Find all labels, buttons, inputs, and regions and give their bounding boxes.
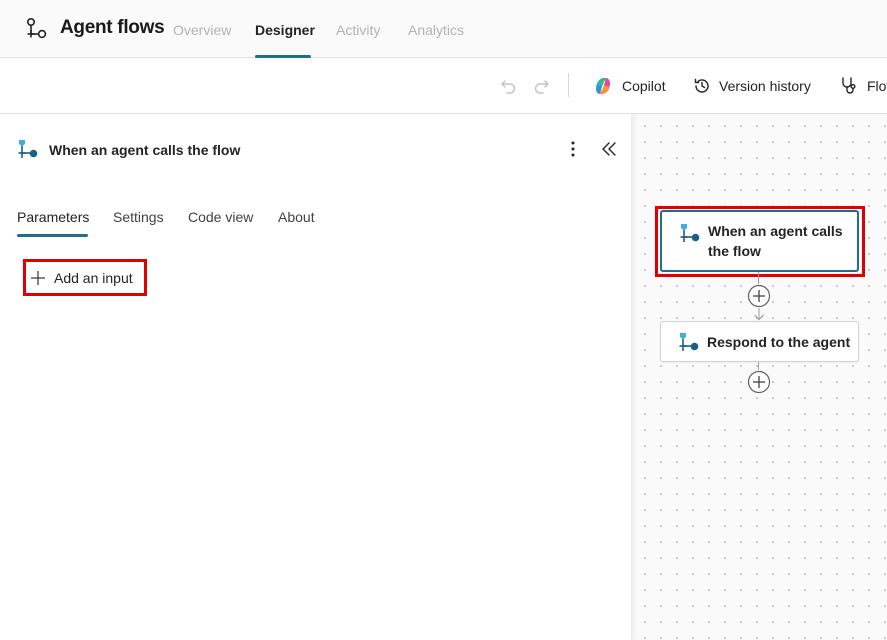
active-panel-tab-indicator [17, 234, 88, 237]
tab-designer[interactable]: Designer [255, 22, 315, 38]
tab-about[interactable]: About [278, 209, 315, 225]
respond-node[interactable]: Respond to the agent [660, 321, 859, 362]
toolbar-separator [568, 73, 569, 97]
version-history-label: Version history [719, 78, 811, 94]
connector-line [758, 272, 759, 284]
panel-title: When an agent calls the flow [49, 142, 241, 158]
agent-flows-icon [26, 17, 47, 39]
undo-icon[interactable] [499, 76, 519, 96]
agent-respond-icon [679, 333, 699, 351]
trigger-node[interactable]: When an agent calls the flow [660, 210, 859, 272]
copilot-button[interactable]: Copilot [592, 74, 666, 98]
app-header: Agent flows Overview Designer Activity A… [0, 0, 887, 58]
flow-checker-label: Flow [867, 78, 887, 94]
tab-parameters[interactable]: Parameters [17, 209, 89, 225]
tab-settings[interactable]: Settings [113, 209, 164, 225]
add-input-button[interactable]: Add an input [23, 259, 147, 296]
trigger-node-label: When an agent calls the flow [708, 223, 843, 259]
tab-overview[interactable]: Overview [173, 22, 231, 38]
more-options-icon[interactable] [566, 140, 580, 158]
designer-toolbar: Copilot Version history Flow [0, 58, 887, 114]
app-title: Agent flows [60, 17, 165, 38]
agent-trigger-icon [680, 224, 700, 242]
trigger-details-panel: When an agent calls the flow Parameters … [0, 114, 631, 640]
connector-line [758, 362, 759, 370]
stethoscope-icon [842, 77, 856, 94]
tab-analytics[interactable]: Analytics [408, 22, 464, 38]
insert-step-icon[interactable] [747, 284, 771, 308]
add-input-label: Add an input [54, 269, 133, 286]
agent-trigger-icon [18, 140, 38, 158]
history-icon [694, 78, 709, 93]
add-step-icon[interactable] [747, 370, 771, 394]
flow-checker-button[interactable]: Flow [839, 74, 887, 98]
respond-node-label: Respond to the agent [707, 333, 851, 350]
copilot-icon [596, 78, 610, 94]
tab-activity[interactable]: Activity [336, 22, 380, 38]
version-history-button[interactable]: Version history [693, 74, 811, 98]
copilot-label: Copilot [622, 78, 666, 94]
plus-icon [31, 270, 45, 285]
collapse-panel-icon[interactable] [600, 141, 618, 157]
redo-icon[interactable] [531, 76, 551, 96]
tab-code-view[interactable]: Code view [188, 209, 253, 225]
connector-arrow-icon [754, 308, 764, 321]
